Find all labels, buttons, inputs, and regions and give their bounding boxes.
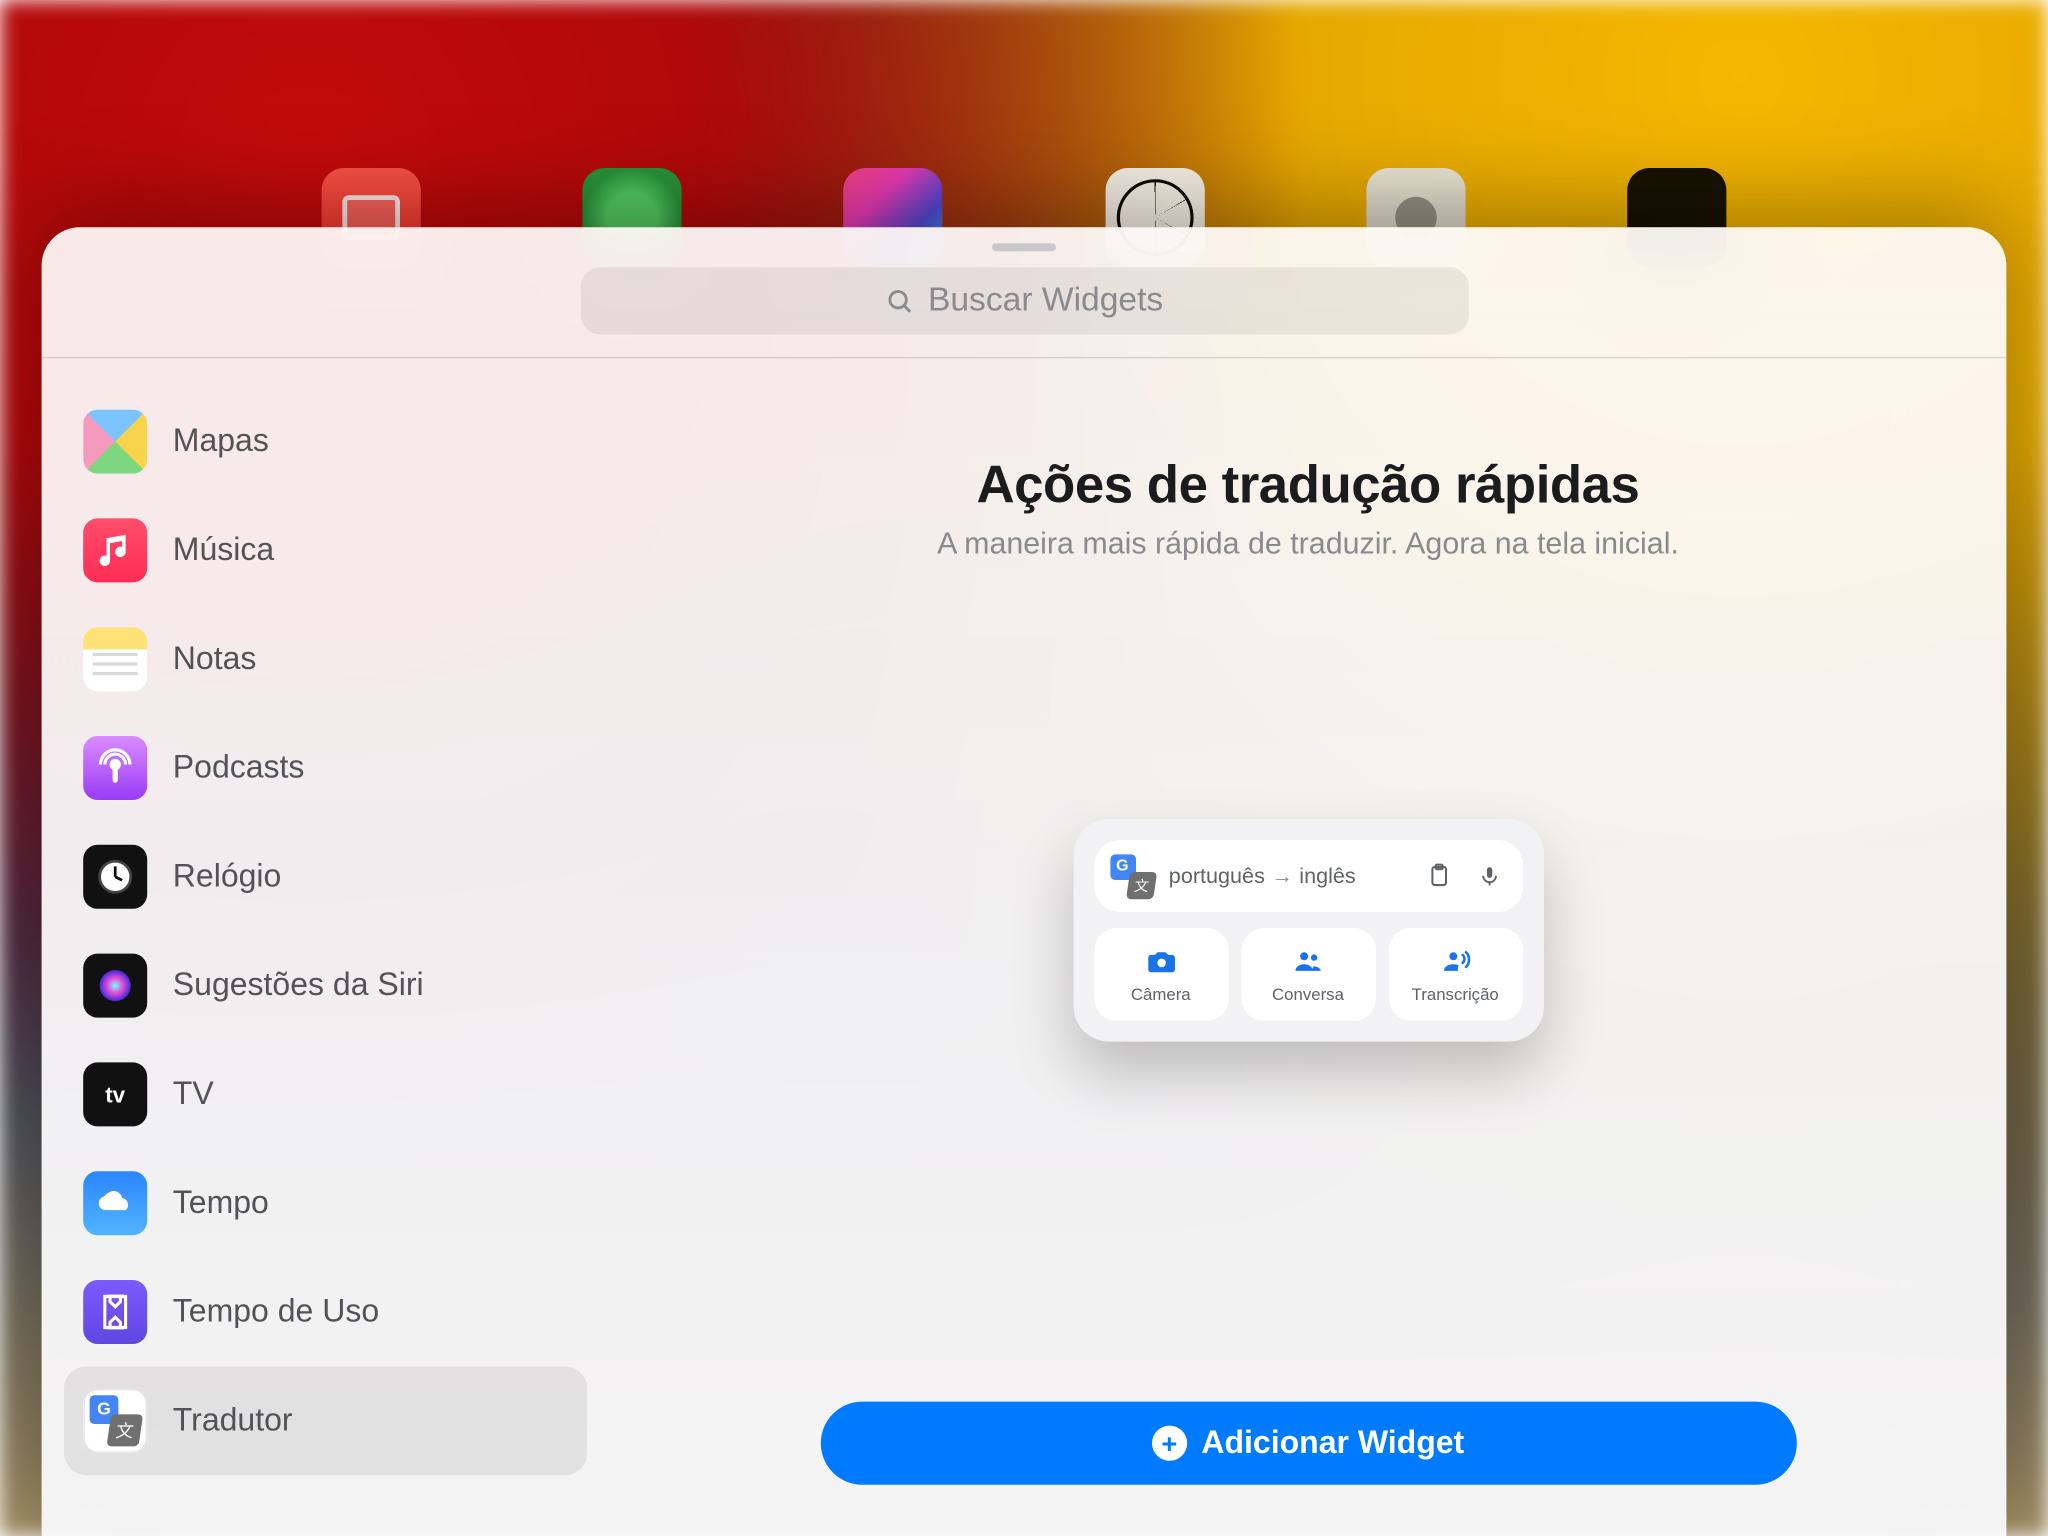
search-icon: [885, 286, 915, 316]
clipboard-icon: [1422, 862, 1457, 889]
search-input[interactable]: Buscar Widgets: [580, 267, 1468, 334]
widget-title: Ações de tradução rápidas: [977, 454, 1640, 515]
search-placeholder: Buscar Widgets: [928, 282, 1163, 320]
microphone-icon: [1471, 863, 1506, 889]
widget-gallery-sheet: Buscar Widgets Mapas Música Notas: [42, 227, 2007, 1536]
sidebar-item-translator[interactable]: G Tradutor: [64, 1366, 587, 1475]
widget-action-conversation: Conversa: [1241, 928, 1375, 1021]
language-to: inglês: [1299, 864, 1355, 888]
widget-preview-language-bar: G português → inglês: [1094, 840, 1523, 912]
widget-action-label: Conversa: [1272, 985, 1344, 1004]
sidebar-item-label: Tradutor: [173, 1402, 293, 1439]
plus-circle-icon: +: [1152, 1426, 1187, 1461]
sidebar-item-notes[interactable]: Notas: [64, 605, 587, 714]
weather-icon: [83, 1171, 147, 1235]
sidebar-item-label: TV: [173, 1076, 214, 1113]
widget-action-label: Câmera: [1131, 985, 1191, 1004]
sidebar-item-podcasts[interactable]: Podcasts: [64, 714, 587, 823]
sidebar-item-label: Tempo de Uso: [173, 1294, 379, 1331]
people-icon: [1290, 945, 1325, 977]
language-pair: português → inglês: [1169, 864, 1407, 888]
sidebar-item-clock[interactable]: Relógio: [64, 822, 587, 931]
sheet-grabber[interactable]: [992, 243, 1056, 251]
camera-icon: [1143, 945, 1178, 977]
widget-preview[interactable]: G português → inglês: [1073, 819, 1543, 1041]
widget-source-sidebar[interactable]: Mapas Música Notas Podcasts: [42, 358, 610, 1536]
siri-icon: [83, 954, 147, 1018]
language-from: português: [1169, 864, 1265, 888]
sidebar-item-siri-suggestions[interactable]: Sugestões da Siri: [64, 931, 587, 1040]
add-widget-label: Adicionar Widget: [1201, 1425, 1464, 1462]
sidebar-item-label: Tempo: [173, 1185, 269, 1222]
sidebar-item-screen-time[interactable]: Tempo de Uso: [64, 1258, 587, 1367]
sidebar-item-label: Mapas: [173, 423, 269, 460]
sidebar-item-label: Sugestões da Siri: [173, 967, 424, 1004]
podcasts-icon: [83, 736, 147, 800]
music-icon: [83, 518, 147, 582]
widget-action-camera: Câmera: [1094, 928, 1228, 1021]
sidebar-item-music[interactable]: Música: [64, 496, 587, 605]
widget-action-label: Transcrição: [1412, 985, 1499, 1004]
sidebar-item-label: Relógio: [173, 858, 282, 895]
sidebar-item-label: Música: [173, 532, 274, 569]
sidebar-item-tv[interactable]: tv TV: [64, 1040, 587, 1149]
widget-subtitle: A maneira mais rápida de traduzir. Agora…: [937, 528, 1679, 563]
clock-icon: [83, 845, 147, 909]
widget-action-transcription: Transcrição: [1388, 928, 1522, 1021]
sidebar-item-label: Podcasts: [173, 750, 305, 787]
sidebar-item-maps[interactable]: Mapas: [64, 387, 587, 496]
transcribe-icon: [1438, 945, 1473, 977]
arrow-right-icon: →: [1271, 864, 1293, 888]
notes-icon: [83, 627, 147, 691]
sidebar-item-weather[interactable]: Tempo: [64, 1149, 587, 1258]
maps-icon: [83, 410, 147, 474]
widget-detail-pane: Ações de tradução rápidas A maneira mais…: [610, 358, 2007, 1536]
google-translate-icon: G: [83, 1389, 147, 1453]
add-widget-button[interactable]: + Adicionar Widget: [820, 1402, 1796, 1485]
screen-time-icon: [83, 1280, 147, 1344]
sidebar-item-label: Notas: [173, 641, 257, 678]
apple-tv-icon: tv: [83, 1062, 147, 1126]
google-translate-icon: G: [1110, 854, 1155, 899]
